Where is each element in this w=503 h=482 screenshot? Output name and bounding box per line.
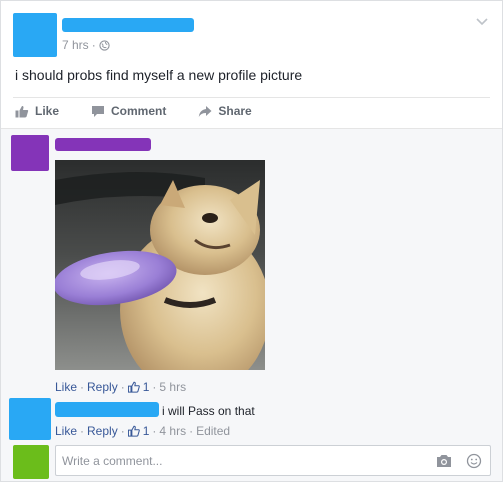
- share-button[interactable]: Share: [198, 104, 252, 118]
- comment-2-like-link[interactable]: Like: [55, 424, 77, 438]
- comment-2-likes-count[interactable]: 1: [143, 424, 150, 438]
- comment-1-time[interactable]: 5 hrs: [159, 380, 186, 394]
- viewer-avatar[interactable]: [13, 445, 49, 479]
- post-time[interactable]: 7 hrs: [62, 38, 89, 52]
- comment-1-like-link[interactable]: Like: [55, 380, 77, 394]
- dog-frisbee-image: [55, 160, 265, 370]
- author-name-redacted[interactable]: [62, 18, 194, 32]
- commenter-avatar[interactable]: [11, 135, 49, 171]
- comment-button[interactable]: Comment: [91, 104, 166, 118]
- author-avatar[interactable]: [13, 13, 57, 57]
- comment-2-actions: Like · Reply · 1 · 4 hrs · Edited: [55, 424, 231, 438]
- thumbs-up-icon[interactable]: [127, 381, 140, 393]
- share-label: Share: [218, 104, 252, 118]
- camera-icon[interactable]: [436, 453, 452, 469]
- thumbs-up-icon[interactable]: [127, 425, 140, 437]
- like-label: Like: [35, 104, 60, 118]
- comment-icon: [92, 105, 105, 117]
- post-text: i should probs find myself a new profile…: [15, 67, 303, 83]
- comment-1-likes-count[interactable]: 1: [143, 380, 150, 394]
- globe-icon[interactable]: [99, 39, 110, 51]
- share-icon: [199, 105, 212, 117]
- comment-2-edited[interactable]: Edited: [196, 424, 230, 438]
- chevron-down-icon[interactable]: [474, 13, 490, 29]
- meta-separator: ·: [91, 38, 96, 52]
- comment-2-reply-link[interactable]: Reply: [87, 424, 118, 438]
- post-divider: [13, 97, 490, 98]
- post-meta: 7 hrs ·: [62, 38, 110, 52]
- commenter-name-redacted[interactable]: [55, 138, 151, 151]
- comment-input[interactable]: [62, 452, 422, 470]
- comment-composer: [55, 445, 491, 476]
- thumbs-up-icon: [15, 105, 29, 117]
- comment-1-actions: Like · Reply · 1 · 5 hrs: [55, 380, 187, 394]
- like-button[interactable]: Like: [15, 104, 59, 118]
- commenter-avatar[interactable]: [9, 398, 51, 440]
- comment-2-time[interactable]: 4 hrs: [159, 424, 186, 438]
- emoji-icon[interactable]: [466, 453, 482, 469]
- comment-label: Comment: [111, 104, 167, 118]
- post-card: 7 hrs · i should probs find myself a new…: [0, 0, 503, 482]
- comment-1-reply-link[interactable]: Reply: [87, 380, 118, 394]
- post-actions: Like Comment Share: [15, 104, 252, 118]
- commenter-name-redacted[interactable]: [55, 402, 159, 417]
- comment-photo[interactable]: [55, 160, 265, 370]
- comment-2-text: i will Pass on that: [162, 404, 255, 418]
